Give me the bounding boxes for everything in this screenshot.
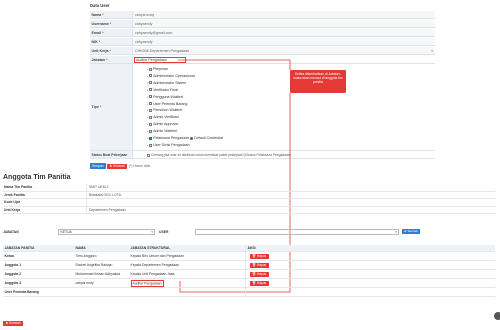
table-header: JABATAN PANITIA NAMA JABATAN STRUKTURAL … <box>3 245 495 252</box>
info-row: Unit Kerja Departemen Pengadaan <box>3 206 495 214</box>
add-member-bar: JABATAN KETUA ▾ USER ▾ ⊕ Tambah <box>3 227 495 236</box>
cell-jabatan: Anggota 2 <box>4 272 22 276</box>
tambah-button[interactable]: ⊕ Tambah <box>402 229 420 234</box>
cell-jabatan: Anggota 1 <box>4 263 22 267</box>
cell-nama: Rachel Angelika Rahayu <box>75 263 113 267</box>
header-aksi: AKSI <box>245 245 495 251</box>
hapus-button[interactable]: 🗑 Hapus <box>249 272 269 277</box>
jabatan-filter-select[interactable]: KETUA ▾ <box>58 228 155 235</box>
table-row: Anggota 3 cahyai endy Auditor Pengadaan 🗑 H… <box>3 279 495 288</box>
hapus-button[interactable]: 🗑 Hapus <box>249 254 269 259</box>
hapus-button[interactable]: 🗑 Hapus <box>249 281 269 286</box>
table-row: Anggota 2 Muhammad Ikhsan Adhyaksa Kepala … <box>3 270 495 279</box>
anggota-title: Anggota Tim Panitia <box>3 174 71 181</box>
info-row: Jenis Panitia Bidakalisi SDC LOTA <box>3 191 495 199</box>
cell-aksi: 🗑 Hapus <box>245 279 495 287</box>
info-label: Kode Ujat <box>4 200 20 204</box>
info-value: Bidakalisi SDC LOTA <box>86 191 495 198</box>
cell-struktural: Kepala Unit Pengadaan Jasa <box>130 272 175 276</box>
cell-aksi <box>245 288 495 296</box>
jabatan-filter-label: JABATAN <box>3 229 19 234</box>
info-label: Jenis Panitia <box>4 192 25 197</box>
cell-nama <box>74 288 129 296</box>
user-filter-select[interactable]: ▾ <box>195 228 399 235</box>
table-row: Anggota 1 Rachel Angelika Rahayu Kepala De… <box>3 261 495 270</box>
chat-icon[interactable] <box>494 312 500 320</box>
table-row: User Peminta Barang <box>3 288 495 297</box>
info-value: SMIT UKM-2 <box>86 184 495 191</box>
header-nama: NAMA <box>75 246 86 250</box>
cell-nama: Timo Anggoro <box>75 254 97 258</box>
table-row: Ketua Timo Anggoro Kepala Biro Umum dan Pe… <box>3 252 495 261</box>
user-filter-label: USER <box>159 229 169 234</box>
cell-jabatan: Ketua <box>4 254 14 258</box>
kembali-button-bottom[interactable]: ✖ Kembali <box>3 321 24 326</box>
cell-struktural: Kepala Biro Umum dan Pengadaan <box>130 254 184 258</box>
chevron-down-icon: ▾ <box>151 229 153 234</box>
info-row: Kode Ujat <box>3 199 495 207</box>
info-value: Departemen Pengadaan <box>86 206 495 213</box>
cell-jabatan: Anggota 3 <box>4 281 22 285</box>
cell-aksi: 🗑 Hapus <box>245 252 495 260</box>
info-label: Unit Kerja <box>4 207 21 212</box>
cell-aksi: 🗑 Hapus <box>245 270 495 278</box>
header-struktural: JABATAN STRUKTURAL <box>130 246 171 250</box>
header-jabatan: JABATAN PANITIA <box>4 246 35 250</box>
cell-nama: cahyai endy <box>75 281 94 285</box>
info-row: Nama Tim Panitia SMIT UKM-2 <box>3 184 495 192</box>
cell-aksi: 🗑 Hapus <box>245 261 495 269</box>
hapus-button[interactable]: 🗑 Hapus <box>249 263 269 268</box>
info-label: Nama Tim Panitia <box>4 185 33 189</box>
chevron-down-icon: ▾ <box>395 229 397 234</box>
cell-struktural: Kepala Departemen Pengadaan <box>130 263 179 267</box>
cell-jabatan: User Peminta Barang <box>4 290 39 294</box>
cell-struktural <box>129 288 245 296</box>
cell-nama: Muhammad Ikhsan Adhyaksa <box>75 272 120 276</box>
info-value <box>86 199 495 206</box>
cell-struktural: Auditor Pengadaan <box>130 279 164 287</box>
